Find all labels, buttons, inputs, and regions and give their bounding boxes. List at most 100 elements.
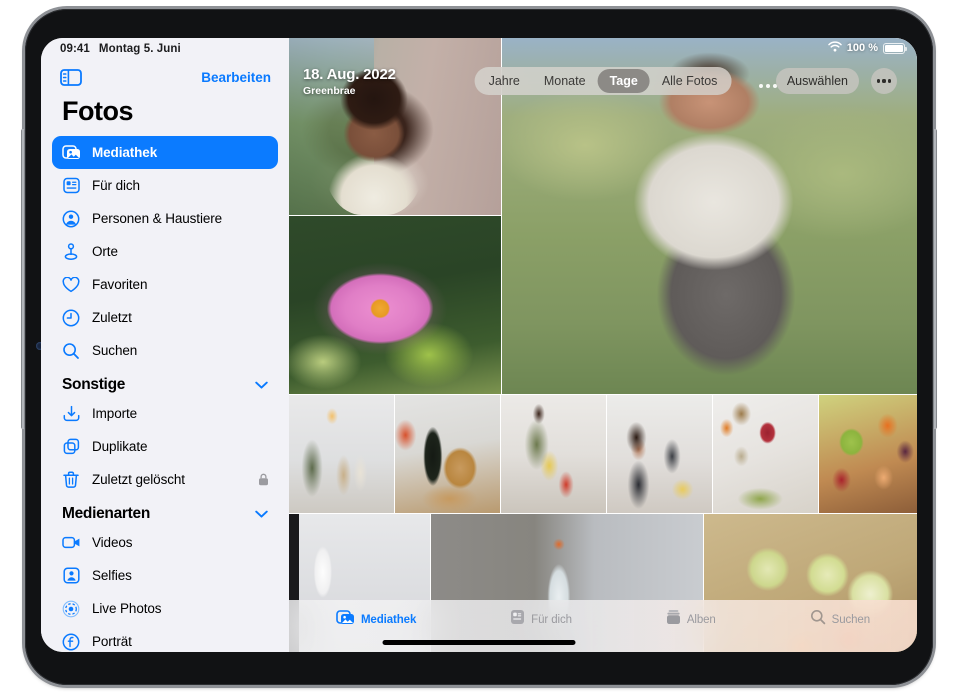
select-button[interactable]: Auswählen xyxy=(776,68,859,94)
selfie-icon xyxy=(61,566,81,586)
sidebar-item-suchen[interactable]: Suchen xyxy=(52,334,278,367)
segment-jahre[interactable]: Jahre xyxy=(477,69,532,93)
sidebar-item-zuletzt-geloescht[interactable]: Zuletzt gelöscht xyxy=(52,463,278,496)
lock-icon xyxy=(258,473,269,486)
sidebar-toggle-icon[interactable] xyxy=(60,69,82,86)
tab-label: Für dich xyxy=(531,614,572,626)
photo-bread-bottle xyxy=(395,395,500,513)
sidebar-item-videos[interactable]: Videos xyxy=(52,526,278,559)
status-bar-right: 100 % xyxy=(828,41,905,55)
clock-icon xyxy=(61,308,81,328)
video-camera-icon xyxy=(61,533,81,553)
photo-date: 18. Aug. 2022 xyxy=(303,66,396,83)
sidebar-item-label: Duplikate xyxy=(92,439,147,454)
segment-monate[interactable]: Monate xyxy=(532,69,598,93)
tab-label: Mediathek xyxy=(361,614,416,626)
photo-woman-kitchen xyxy=(607,395,712,513)
portrait-f-icon xyxy=(61,632,81,652)
edit-button[interactable]: Bearbeiten xyxy=(201,70,271,85)
photo-thumbnail[interactable] xyxy=(501,395,606,513)
photo-thumbnail[interactable] xyxy=(289,38,501,215)
photo-thumbnail[interactable] xyxy=(713,395,818,513)
photos-library-icon xyxy=(336,609,355,631)
sidebar-item-label: Suchen xyxy=(92,343,137,358)
more-options-button[interactable] xyxy=(871,68,897,94)
sidebar-item-importe[interactable]: Importe xyxy=(52,397,278,430)
sidebar-item-live-photos[interactable]: Live Photos xyxy=(52,592,278,625)
ipad-screen: 09:41 Montag 5. Juni Bearbeiten Fotos xyxy=(41,38,917,652)
tab-label: Suchen xyxy=(832,614,870,626)
trash-icon xyxy=(61,470,81,490)
segment-tage[interactable]: Tage xyxy=(598,69,650,93)
device-side-rail-right xyxy=(933,129,937,429)
sidebar-item-fuer-dich[interactable]: Für dich xyxy=(52,169,278,202)
photo-thumbnail[interactable] xyxy=(289,216,501,394)
photo-portrait-window xyxy=(289,38,501,215)
photo-thumbnail[interactable] xyxy=(819,395,917,513)
time-scope-segmented-control[interactable]: Jahre Monate Tage Alle Fotos xyxy=(475,67,732,95)
sidebar-item-personen-haustiere[interactable]: Personen & Haustiere xyxy=(52,202,278,235)
duplicates-icon xyxy=(61,437,81,457)
photo-bowls-vegetables xyxy=(713,395,818,513)
albums-icon xyxy=(666,609,681,630)
photo-thumbnail[interactable] xyxy=(607,395,712,513)
sidebar-item-orte[interactable]: Orte xyxy=(52,235,278,268)
for-you-icon xyxy=(61,176,81,196)
sidebar-section-header-medienarten[interactable]: Medienarten xyxy=(62,505,268,523)
live-photo-icon xyxy=(61,599,81,619)
photo-location: Greenbrae xyxy=(303,85,396,97)
heart-icon xyxy=(61,275,81,295)
sidebar-toolbar: Bearbeiten xyxy=(41,60,289,94)
search-icon xyxy=(810,609,826,630)
segment-alle-fotos[interactable]: Alle Fotos xyxy=(650,69,730,93)
sidebar-item-selfies[interactable]: Selfies xyxy=(52,559,278,592)
home-indicator xyxy=(383,640,576,645)
status-bar: 09:41 Montag 5. Juni xyxy=(41,38,289,60)
photo-couple-kitchen xyxy=(501,395,606,513)
status-bar-time: 09:41 xyxy=(60,43,90,55)
tab-mediathek[interactable]: Mediathek xyxy=(336,609,416,631)
section-title: Sonstige xyxy=(62,376,125,394)
sidebar-item-label: Zuletzt gelöscht xyxy=(92,472,185,487)
photo-thumbnail[interactable] xyxy=(289,395,394,513)
photo-pink-flower xyxy=(289,216,501,394)
section-title: Medienarten xyxy=(62,505,150,523)
sidebar-item-mediathek[interactable]: Mediathek xyxy=(52,136,278,169)
search-icon xyxy=(61,341,81,361)
sidebar-item-label: Orte xyxy=(92,244,118,259)
ipad-device-frame: 09:41 Montag 5. Juni Bearbeiten Fotos xyxy=(25,9,933,685)
sidebar-item-label: Favoriten xyxy=(92,277,147,292)
chevron-down-icon[interactable] xyxy=(255,505,268,523)
sidebar-item-portraet[interactable]: Porträt xyxy=(52,625,278,652)
import-icon xyxy=(61,404,81,424)
sidebar-item-duplikate[interactable]: Duplikate xyxy=(52,430,278,463)
ellipsis-badge-icon[interactable] xyxy=(759,84,777,88)
tab-label: Alben xyxy=(687,614,716,626)
photo-grid-area: 100 % 18. Aug. 2022 Greenbrae Jahre Mona… xyxy=(289,38,917,652)
sidebar-item-label: Zuletzt xyxy=(92,310,132,325)
photo-date-caption: 18. Aug. 2022 Greenbrae xyxy=(303,66,396,97)
tab-fuer-dich[interactable]: Für dich xyxy=(510,609,572,630)
sidebar-item-label: Für dich xyxy=(92,178,140,193)
chevron-down-icon[interactable] xyxy=(255,376,268,394)
sidebar-item-label: Personen & Haustiere xyxy=(92,211,222,226)
status-bar-date: Montag 5. Juni xyxy=(99,43,181,55)
photo-thumbnail[interactable] xyxy=(395,395,500,513)
sidebar-section-header-sonstige[interactable]: Sonstige xyxy=(62,376,268,394)
photos-library-icon xyxy=(61,143,81,163)
sidebar-item-label: Videos xyxy=(92,535,132,550)
sidebar: 09:41 Montag 5. Juni Bearbeiten Fotos xyxy=(41,38,289,652)
sidebar-item-zuletzt[interactable]: Zuletzt xyxy=(52,301,278,334)
sidebar-item-label: Porträt xyxy=(92,634,132,649)
battery-icon xyxy=(883,43,905,54)
tab-suchen[interactable]: Suchen xyxy=(810,609,870,630)
sidebar-item-favoriten[interactable]: Favoriten xyxy=(52,268,278,301)
sidebar-item-label: Mediathek xyxy=(92,145,157,160)
places-pin-icon xyxy=(61,242,81,262)
photo-fruit-bowl xyxy=(819,395,917,513)
for-you-icon xyxy=(510,609,525,630)
sidebar-item-label: Live Photos xyxy=(92,601,161,616)
battery-percent: 100 % xyxy=(847,42,878,54)
sidebar-item-label: Importe xyxy=(92,406,137,421)
tab-alben[interactable]: Alben xyxy=(666,609,716,630)
